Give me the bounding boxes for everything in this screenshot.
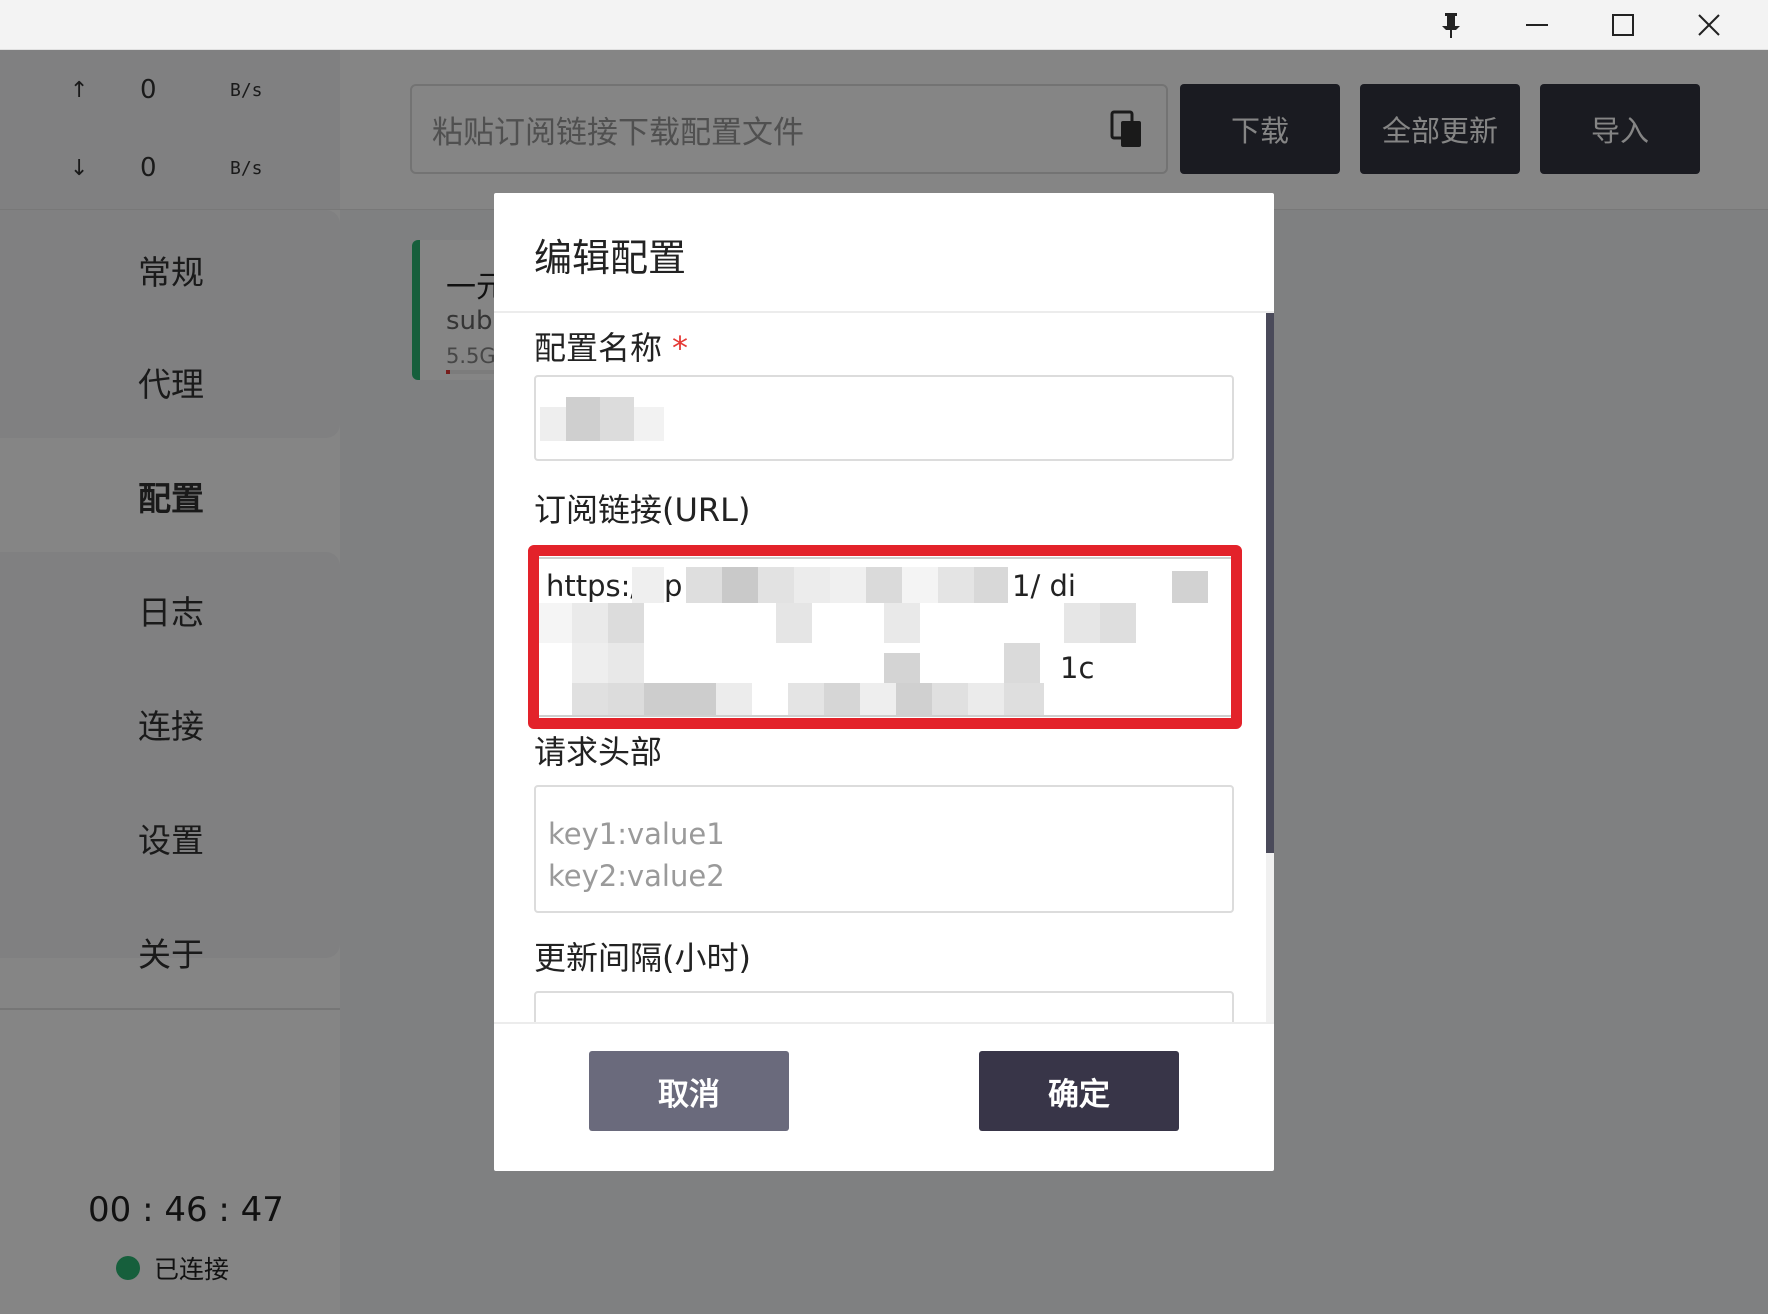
cancel-button[interactable]: 取消 xyxy=(589,1051,789,1131)
profile-name-input[interactable] xyxy=(534,375,1234,461)
minimize-icon[interactable] xyxy=(1494,0,1580,50)
dialog-title: 编辑配置 xyxy=(534,236,687,280)
redacted-mosaic xyxy=(566,397,600,441)
pin-icon[interactable] xyxy=(1408,0,1494,50)
update-interval-label: 更新间隔(小时) xyxy=(534,939,751,977)
required-mark: * xyxy=(672,329,689,367)
headers-placeholder-line1: key1:value1 xyxy=(548,817,725,851)
scrollbar-thumb[interactable] xyxy=(1266,313,1274,853)
request-headers-label: 请求头部 xyxy=(534,733,663,771)
redacted-mosaic xyxy=(634,407,664,441)
dialog-scrollbar[interactable] xyxy=(1266,313,1274,1022)
update-interval-input[interactable] xyxy=(534,991,1234,1022)
request-headers-input[interactable]: key1:value1 key2:value2 xyxy=(534,785,1234,913)
profile-name-label-text: 配置名称 xyxy=(534,329,663,367)
url-highlight-annotation xyxy=(528,545,1242,729)
window-titlebar xyxy=(0,0,1768,50)
maximize-icon[interactable] xyxy=(1580,0,1666,50)
subscription-url-label: 订阅链接(URL) xyxy=(534,491,751,529)
redacted-mosaic xyxy=(540,407,566,441)
dialog-footer-divider xyxy=(494,1022,1274,1024)
close-icon[interactable] xyxy=(1666,0,1752,50)
confirm-button[interactable]: 确定 xyxy=(979,1051,1179,1131)
profile-name-label: 配置名称 * xyxy=(534,323,688,369)
edit-profile-dialog: 编辑配置 配置名称 * 订阅链接(URL) 请求头部 key1:value1 ke… xyxy=(494,193,1274,1171)
headers-placeholder-line2: key2:value2 xyxy=(548,859,725,893)
redacted-mosaic xyxy=(600,397,634,441)
